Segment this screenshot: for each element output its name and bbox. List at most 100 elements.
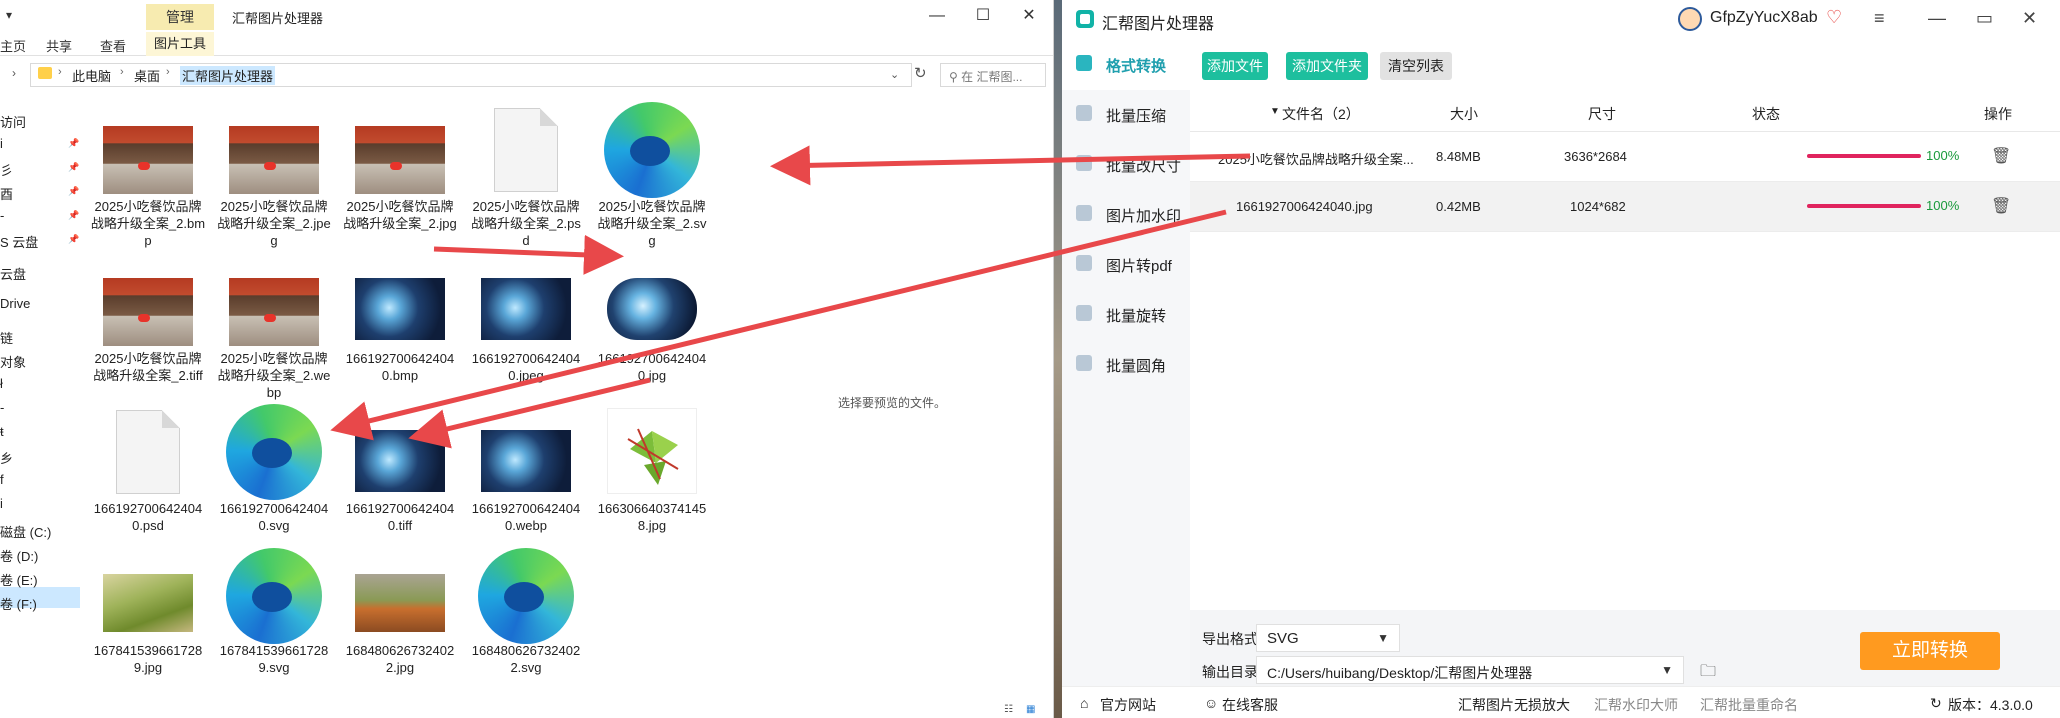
close-icon[interactable]: ✕ [2022,8,2037,29]
vip-heart-icon[interactable]: ♡ [1826,7,1842,28]
ribbon-tab-picture-tools[interactable]: 图片工具 [146,32,214,56]
minimize-icon[interactable]: — [1928,8,1946,29]
watermark-master-link[interactable]: 汇帮水印大师 [1594,695,1678,715]
batch-rename-link[interactable]: 汇帮批量重命名 [1700,695,1798,715]
nav-item-1[interactable]: i [0,136,3,151]
nav-item-4[interactable]: - [0,208,4,223]
trash-icon[interactable]: 🗑 [1991,146,2011,166]
file-name: 1678415396617289.svg [219,643,329,675]
nav-item-drive-d[interactable]: 卷 (D:) [0,546,38,565]
nav-item-12[interactable]: - [0,400,4,415]
nav-item-s-cloud[interactable]: S 云盘 [0,232,38,251]
refresh-icon[interactable]: ↻ [914,64,927,82]
nav-item-drive-e[interactable]: 卷 (E:) [0,570,38,589]
convert-now-button[interactable]: 立即转换 [1860,632,2000,670]
column-header-filename[interactable]: 文件名（2） [1282,104,1360,124]
sidebar-item-watermark[interactable]: 图片加水印 [1062,190,1190,240]
trash-icon[interactable]: 🗑 [1991,196,2011,216]
search-box[interactable]: ⚲ 在 汇帮图... [940,63,1046,87]
app-main-panel: 添加文件 添加文件夹 清空列表 ▼ 文件名（2） 大小 尺寸 状态 操作 202… [1190,40,2060,686]
pin-icon: 📌 [68,186,80,196]
table-row[interactable]: 2025小吃餐饮品牌战略升级全案... 8.48MB 3636*2684 100… [1190,132,2060,182]
add-folder-button[interactable]: 添加文件夹 [1286,52,1368,80]
clear-list-button[interactable]: 清空列表 [1380,52,1452,80]
nav-item-cloud[interactable]: 云盘 [0,264,26,283]
sidebar-item-format-convert[interactable]: 格式转换 [1062,40,1190,90]
address-bar[interactable] [30,63,912,87]
avatar[interactable] [1678,7,1702,31]
nav-item-13[interactable]: ŧ [0,424,4,439]
file-tile[interactable]: 2025小吃餐饮品牌战略升级全案_2.bmp [90,92,206,252]
nav-item-16[interactable]: i [0,496,3,511]
up-arrow-icon[interactable]: › [12,66,16,80]
sidebar-item-batch-round-corner[interactable]: 批量圆角 [1062,340,1190,390]
file-tile[interactable]: 2025小吃餐饮品牌战略升级全案_2.tiff [90,252,206,402]
username[interactable]: GfpZyYucX8ab [1710,9,1818,27]
file-tile[interactable]: 1661927006424040.svg [216,404,332,560]
nav-item-drive-f[interactable]: 卷 (F:) [0,594,37,613]
image-thumbnail [481,278,571,340]
breadcrumb-this-pc[interactable]: 此电脑 [72,66,111,85]
file-tile[interactable]: 1678415396617289.jpg [90,560,206,690]
file-name: 1663066403741458.jpg [597,501,707,533]
sidebar-item-image-to-pdf[interactable]: 图片转pdf [1062,240,1190,290]
file-tile[interactable]: 2025小吃餐饮品牌战略升级全案_2.svg [594,92,710,252]
file-tile[interactable]: 1678415396617289.svg [216,548,332,690]
nav-item-11[interactable]: ł [0,376,3,391]
file-tile[interactable]: 1661927006424040.bmp [342,252,458,402]
file-tile[interactable]: 1661927006424040.psd [90,404,206,560]
lossless-upscale-link[interactable]: 汇帮图片无损放大 [1458,695,1570,715]
nav-item-objects[interactable]: 对象 [0,352,26,371]
address-dropdown-icon[interactable]: ⌄ [890,68,899,81]
details-view-icon[interactable]: ☷ [1004,704,1013,715]
maximize-icon[interactable]: ▭ [1976,8,1993,29]
file-tile[interactable]: 1661927006424040.jpeg [468,252,584,402]
open-folder-icon[interactable]: 🗀 [1700,660,1716,687]
nav-item-14[interactable]: 乡 [0,448,13,467]
online-support-link[interactable]: 在线客服 [1222,695,1278,715]
refresh-icon[interactable]: ↻ [1930,695,1942,712]
output-dir-select[interactable]: C:/Users/huibang/Desktop/汇帮图片处理器 ▼ [1256,656,1684,684]
minimize-icon[interactable]: — [914,0,960,32]
ribbon-tab-view[interactable]: 查看 [100,36,126,55]
file-tile[interactable]: 1661927006424040.tiff [342,404,458,560]
resize-icon [1076,155,1092,171]
sidebar-item-batch-resize[interactable]: 批量改尺寸 [1062,140,1190,190]
nav-item-drive-c[interactable]: 磁盘 (C:) [0,522,51,541]
file-tile[interactable]: 1663066403741458.jpg [594,404,710,560]
close-icon[interactable]: ✕ [1006,0,1052,32]
official-website-link[interactable]: 官方网站 [1100,695,1156,715]
nav-item-2[interactable]: 彡 [0,160,13,179]
breadcrumb-current-folder[interactable]: 汇帮图片处理器 [180,66,276,85]
ribbon-tab-home[interactable]: 主页 [0,36,26,55]
export-format-select[interactable]: SVG ▼ [1256,624,1400,652]
breadcrumb-desktop[interactable]: 桌面 [134,66,160,85]
sidebar-item-batch-compress[interactable]: 批量压缩 [1062,90,1190,140]
ribbon-tab-share[interactable]: 共享 [46,36,72,55]
file-tile[interactable]: 1684806267324022.jpg [342,560,458,690]
file-tile[interactable]: 2025小吃餐饮品牌战略升级全案_2.jpg [342,92,458,252]
file-tile[interactable]: 2025小吃餐饮品牌战略升级全案_2.psd [468,92,584,252]
nav-item-3[interactable]: 酉 [0,184,13,203]
nav-item-link[interactable]: 链 [0,328,13,347]
image-thumbnail [103,574,193,632]
maximize-icon[interactable]: ☐ [960,0,1006,32]
table-row[interactable]: 1661927006424040.jpg 0.42MB 1024*682 100… [1190,182,2060,232]
file-tile[interactable]: 2025小吃餐饮品牌战略升级全案_2.webp [216,252,332,402]
menu-icon[interactable]: ≡ [1874,8,1885,29]
file-name: 1661927006424040.tiff [345,501,455,533]
sort-caret-icon[interactable]: ▼ [1270,106,1280,117]
context-tab-manage[interactable]: 管理 [146,4,214,30]
progress-bar [1807,204,1921,208]
sidebar-item-batch-rotate[interactable]: 批量旋转 [1062,290,1190,340]
file-tile[interactable]: 1661927006424040.webp [468,404,584,560]
nav-item-quick-access[interactable]: 访问 [0,112,26,131]
file-tile[interactable]: 1661927006424040.jpg [594,252,710,402]
quick-access-toolbar-dropdown[interactable]: ▾ [6,8,12,22]
file-tile[interactable]: 2025小吃餐饮品牌战略升级全案_2.jpeg [216,92,332,252]
file-tile[interactable]: 1684806267324022.svg [468,548,584,690]
nav-item-15[interactable]: f [0,472,4,487]
nav-item-drive[interactable]: Drive [0,296,30,311]
add-file-button[interactable]: 添加文件 [1202,52,1268,80]
large-icons-view-icon[interactable]: ▦ [1026,704,1035,715]
